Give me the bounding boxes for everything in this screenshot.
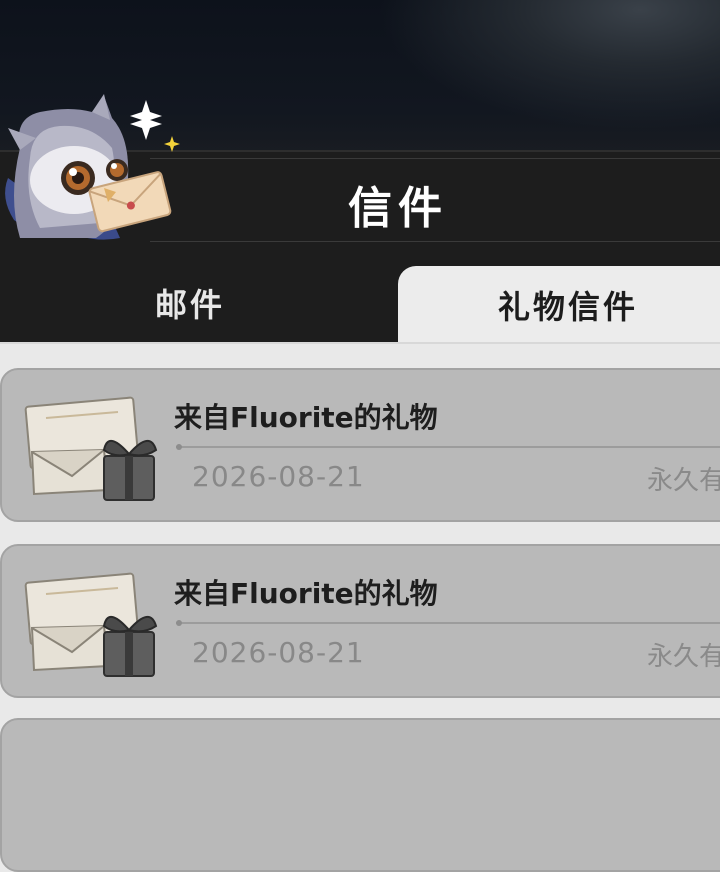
mail-expiry: 永久有 bbox=[647, 466, 720, 496]
tab-bar: 邮件 礼物信件 bbox=[0, 242, 720, 344]
list-item-partial[interactable] bbox=[0, 718, 720, 872]
tab-mail[interactable]: 邮件 bbox=[40, 264, 340, 342]
list-item[interactable]: 来自Fluorite的礼物 2026-08-21 永久有 bbox=[0, 544, 720, 698]
gift-envelope-icon bbox=[24, 396, 158, 501]
divider bbox=[176, 444, 720, 450]
list-item[interactable]: 来自Fluorite的礼物 2026-08-21 永久有 bbox=[0, 368, 720, 522]
owl-with-letter-icon bbox=[5, 94, 180, 240]
mail-list: 来自Fluorite的礼物 2026-08-21 永久有 来自Fluorite的… bbox=[0, 342, 720, 872]
gift-envelope-icon bbox=[24, 572, 158, 677]
divider bbox=[176, 620, 720, 626]
mail-subject: 来自Fluorite的礼物 bbox=[174, 401, 438, 434]
mail-date: 2026-08-21 bbox=[192, 460, 365, 493]
tab-gift-letters[interactable]: 礼物信件 bbox=[398, 266, 720, 344]
mail-date: 2026-08-21 bbox=[192, 636, 365, 669]
mail-subject: 来自Fluorite的礼物 bbox=[174, 577, 438, 610]
mail-expiry: 永久有 bbox=[647, 642, 720, 672]
